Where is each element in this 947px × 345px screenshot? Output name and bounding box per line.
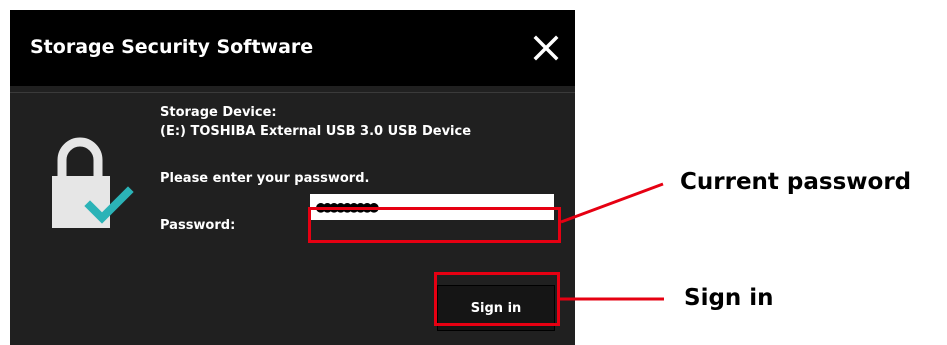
password-callout-line <box>560 182 664 224</box>
password-callout-label: Current password <box>680 169 912 195</box>
signin-callout-label: Sign in <box>684 285 774 311</box>
